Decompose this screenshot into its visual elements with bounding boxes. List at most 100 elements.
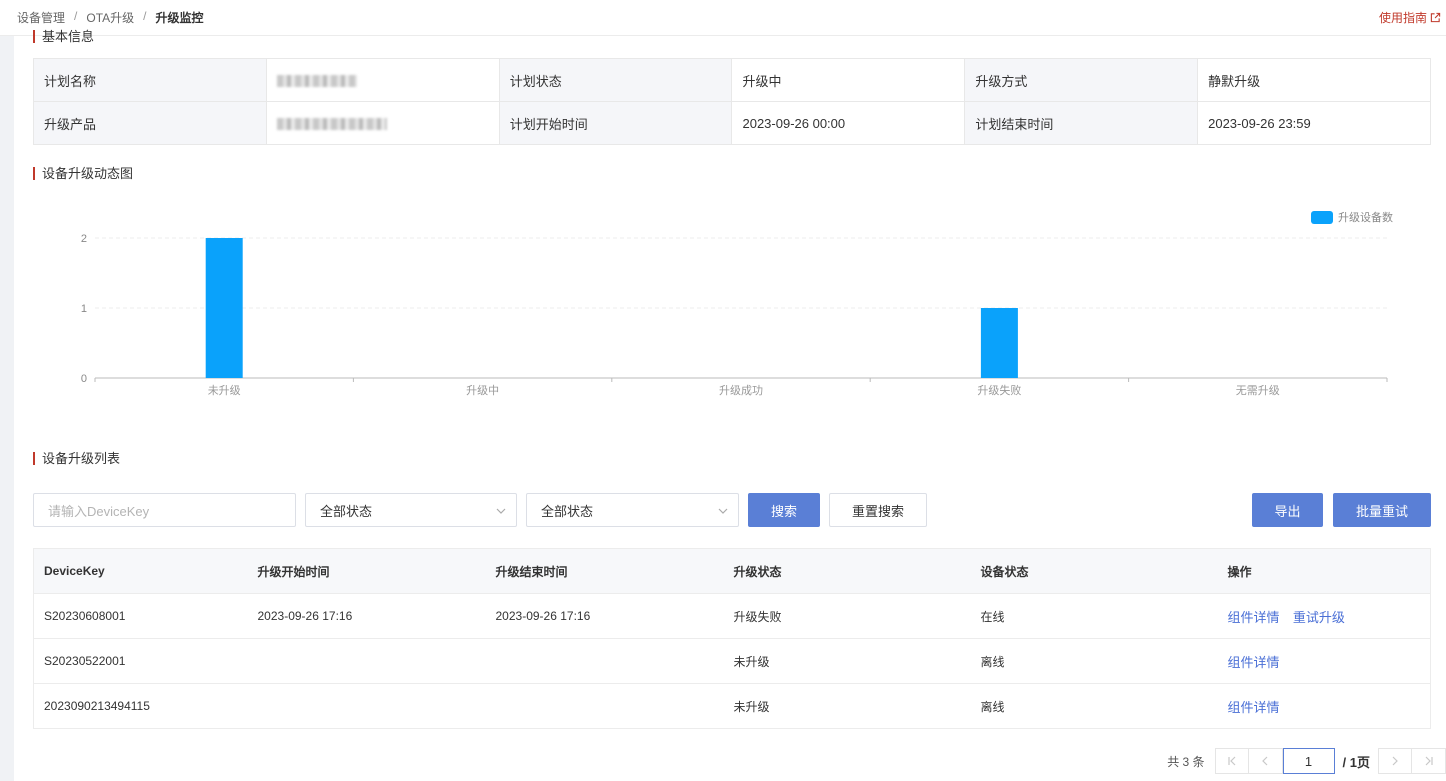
cell-actions: 组件详情 <box>1217 683 1431 729</box>
upgrade-mode-label: 升级方式 <box>964 58 1199 102</box>
upgrade-mode-value: 静默升级 <box>1197 58 1431 102</box>
device-status-select[interactable]: 全部状态 <box>526 493 739 527</box>
last-page-button[interactable] <box>1412 748 1446 774</box>
devicekey-input[interactable]: 请输入DeviceKey <box>33 493 296 527</box>
table-row: S20230522001 未升级 离线 组件详情 <box>33 638 1431 684</box>
filter-bar: 请输入DeviceKey 全部状态 全部状态 搜索 重置搜索 导出 批量重试 <box>33 493 1431 527</box>
chart-y-tick-label: 1 <box>81 303 87 315</box>
chart-x-tick-label: 升级失败 <box>977 383 1021 397</box>
upgrade-status-select[interactable]: 全部状态 <box>305 493 517 527</box>
col-start-time: 升级开始时间 <box>247 548 486 594</box>
start-time-label: 计划开始时间 <box>498 101 733 145</box>
upgrade-status-select-value: 全部状态 <box>320 503 373 519</box>
chart-bar <box>980 308 1018 378</box>
col-upgrade-status: 升级状态 <box>723 548 971 594</box>
pagination-pages: / 1页 <box>1342 754 1370 770</box>
table-header-row: DeviceKey 升级开始时间 升级结束时间 升级状态 设备状态 操作 <box>33 548 1431 594</box>
component-detail-link[interactable]: 组件详情 <box>1228 610 1280 625</box>
top-bar: 设备管理 / OTA升级 / 升级监控 使用指南 <box>0 0 1446 36</box>
cell-actions: 组件详情 重试升级 <box>1217 593 1431 639</box>
col-end-time: 升级结束时间 <box>485 548 724 594</box>
last-page-icon <box>1425 756 1433 766</box>
cell-devicekey: S20230522001 <box>33 638 248 684</box>
col-device-status: 设备状态 <box>970 548 1218 594</box>
next-page-button[interactable] <box>1378 748 1412 774</box>
cell-start-time <box>247 638 486 684</box>
external-link-icon <box>1430 12 1441 23</box>
chart-x-tick-label: 升级成功 <box>719 384 763 397</box>
cell-device-status: 离线 <box>970 638 1218 684</box>
section-list-title: 设备升级列表 <box>33 452 120 465</box>
breadcrumb: 设备管理 / OTA升级 / 升级监控 <box>17 9 204 26</box>
guide-link[interactable]: 使用指南 <box>1379 9 1441 26</box>
prev-page-button[interactable] <box>1248 748 1283 774</box>
export-button[interactable]: 导出 <box>1252 493 1323 527</box>
reset-search-button[interactable]: 重置搜索 <box>829 493 927 527</box>
component-detail-link[interactable]: 组件详情 <box>1228 700 1280 715</box>
plan-name-value <box>265 58 500 102</box>
end-time-label: 计划结束时间 <box>964 101 1199 145</box>
device-upgrade-table: DeviceKey 升级开始时间 升级结束时间 升级状态 设备状态 操作 S20… <box>33 548 1431 729</box>
chart-y-tick-label: 0 <box>81 373 87 385</box>
guide-link-label: 使用指南 <box>1378 11 1427 25</box>
cell-device-status: 离线 <box>970 683 1218 729</box>
cell-start-time <box>247 683 486 729</box>
search-button[interactable]: 搜索 <box>748 493 820 527</box>
breadcrumb-ota-upgrade[interactable]: OTA升级 <box>86 9 134 26</box>
breadcrumb-separator: / <box>143 9 147 23</box>
chevron-right-icon <box>1392 756 1398 766</box>
col-actions: 操作 <box>1217 548 1431 594</box>
cell-upgrade-status: 未升级 <box>723 638 971 684</box>
pagination-total: 共 3 条 <box>1167 754 1205 769</box>
plan-status-value: 升级中 <box>731 58 966 102</box>
cell-upgrade-status: 升级失败 <box>723 593 971 639</box>
chart-x-tick-label: 未升级 <box>208 384 241 397</box>
upgrade-chart-svg: 0 1 2 未升级 升级中 升级成功 升级失败 无需升级 升级设备数 <box>81 210 1393 397</box>
chart-x-tick-label: 升级中 <box>466 384 499 397</box>
chart-legend-swatch <box>1311 211 1333 224</box>
page-number-input[interactable]: 1 <box>1282 748 1335 774</box>
start-time-value: 2023-09-26 00:00 <box>731 101 966 145</box>
chart-legend-label: 升级设备数 <box>1338 210 1393 224</box>
cell-upgrade-status: 未升级 <box>723 683 971 729</box>
basic-info-table: 计划名称 计划状态 升级中 升级方式 静默升级 升级产品 计划开始时间 2023… <box>33 58 1431 145</box>
plan-name-label: 计划名称 <box>33 58 267 102</box>
cell-end-time: 2023-09-26 17:16 <box>485 593 724 639</box>
device-status-select-value: 全部状态 <box>541 503 594 519</box>
cell-device-status: 在线 <box>970 593 1218 639</box>
cell-devicekey: 2023090213494115 <box>33 683 248 729</box>
cell-start-time: 2023-09-26 17:16 <box>247 593 486 639</box>
section-chart-title: 设备升级动态图 <box>33 167 133 180</box>
chart-y-tick-label: 2 <box>81 233 87 245</box>
table-row: 2023090213494115 未升级 离线 组件详情 <box>33 683 1431 729</box>
chevron-down-icon <box>718 508 728 514</box>
batch-retry-button[interactable]: 批量重试 <box>1333 493 1431 527</box>
section-basic-info-title: 基本信息 <box>33 30 94 43</box>
cell-actions: 组件详情 <box>1217 638 1431 684</box>
redacted-value <box>276 118 387 131</box>
col-devicekey: DeviceKey <box>33 548 248 594</box>
breadcrumb-current: 升级监控 <box>155 11 204 25</box>
cell-end-time <box>485 638 724 684</box>
chevron-down-icon <box>496 508 506 514</box>
end-time-value: 2023-09-26 23:59 <box>1197 101 1431 145</box>
product-value <box>265 101 500 145</box>
plan-status-label: 计划状态 <box>498 58 733 102</box>
breadcrumb-separator: / <box>74 9 78 23</box>
chevron-left-icon <box>1262 756 1268 766</box>
chart-bar <box>205 238 243 378</box>
cell-end-time <box>485 683 724 729</box>
main-content: 基本信息 计划名称 计划状态 升级中 升级方式 静默升级 升级产品 计划开始时间… <box>14 30 1446 781</box>
component-detail-link[interactable]: 组件详情 <box>1228 655 1280 670</box>
table-row: S20230608001 2023-09-26 17:16 2023-09-26… <box>33 593 1431 639</box>
product-label: 升级产品 <box>33 101 267 145</box>
cell-devicekey: S20230608001 <box>33 593 248 639</box>
redacted-value <box>276 75 357 88</box>
retry-upgrade-link[interactable]: 重试升级 <box>1293 610 1345 625</box>
breadcrumb-device-management[interactable]: 设备管理 <box>17 9 65 26</box>
first-page-icon <box>1227 756 1235 766</box>
first-page-button[interactable] <box>1214 748 1249 774</box>
upgrade-chart: 0 1 2 未升级 升级中 升级成功 升级失败 无需升级 升级设备数 <box>33 196 1431 416</box>
chart-x-tick-label: 无需升级 <box>1236 384 1280 397</box>
pagination: 共 3 条 1 / 1页 <box>1167 748 1446 774</box>
